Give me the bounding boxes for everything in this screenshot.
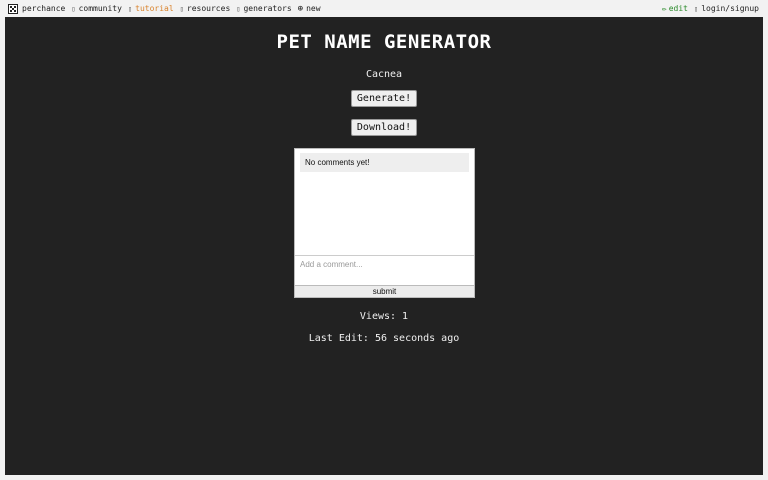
nav-generators-link[interactable]: generators <box>243 4 291 13</box>
nav-community-link[interactable]: community <box>79 4 122 13</box>
nav-separator-icon: ▯ <box>71 4 76 13</box>
edit-label: edit <box>668 4 688 13</box>
pencil-icon: ✏ <box>661 4 667 13</box>
top-nav-bar: perchance ▯ community ▯ tutorial ▯ resou… <box>0 0 768 17</box>
no-comments-message: No comments yet! <box>300 153 469 172</box>
generate-button[interactable]: Generate! <box>351 90 417 107</box>
nav-left-group: perchance ▯ community ▯ tutorial ▯ resou… <box>8 2 321 15</box>
page-title: PET NAME GENERATOR <box>276 31 492 53</box>
comments-widget: No comments yet! submit <box>294 148 475 298</box>
login-signup-link[interactable]: login/signup <box>701 4 759 13</box>
submit-comment-button[interactable]: submit <box>295 285 474 297</box>
nav-resources-link[interactable]: resources <box>187 4 230 13</box>
nav-separator-icon: ▯ <box>127 4 133 13</box>
edit-link[interactable]: ✏ edit <box>662 4 688 13</box>
comment-input[interactable] <box>295 255 474 285</box>
generated-name-output: Cacnea <box>365 69 403 80</box>
nav-right-group: ✏ edit ▯ login/signup <box>662 2 759 15</box>
nav-new-link[interactable]: ⊕ new <box>298 4 321 14</box>
plus-circle-icon: ⊕ <box>297 3 304 14</box>
download-button[interactable]: Download! <box>351 119 417 136</box>
nav-separator-icon: ▯ <box>179 4 184 13</box>
perchance-label: perchance <box>22 4 66 13</box>
nav-new-label: new <box>306 4 321 13</box>
views-count: Views: 1 <box>359 311 409 322</box>
nav-tutorial-link[interactable]: tutorial <box>135 4 174 13</box>
perchance-home-link[interactable]: perchance <box>8 3 66 14</box>
last-edit-time: Last Edit: 56 seconds ago <box>308 333 460 344</box>
nav-separator-icon: ▯ <box>236 4 241 13</box>
nav-separator-icon: ▯ <box>693 4 699 13</box>
generator-output-panel: PET NAME GENERATOR Cacnea Generate! Down… <box>5 17 763 475</box>
dice-logo-icon <box>8 3 18 14</box>
